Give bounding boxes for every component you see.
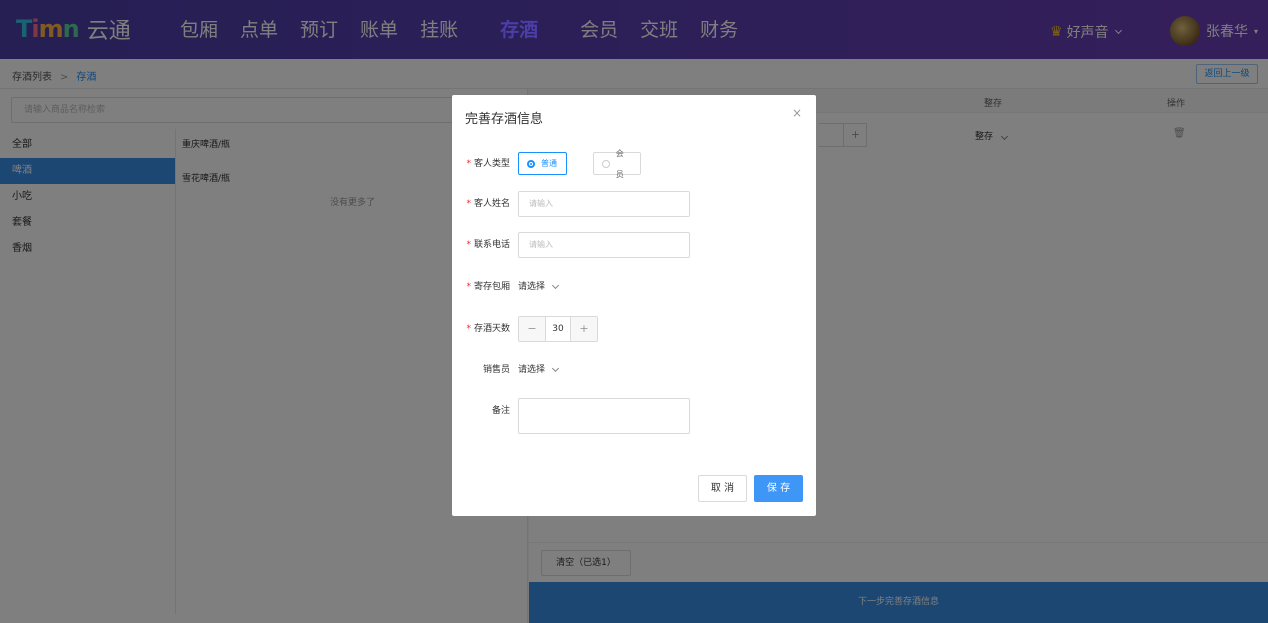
chevron-down-icon (551, 364, 560, 373)
salesperson-select[interactable]: 请选择 (518, 357, 560, 383)
radio-dot-icon (602, 159, 610, 168)
customer-type-row: * 客人类型 普通 会员 (452, 149, 816, 179)
customer-name-row: * 客人姓名 请输入 (452, 191, 816, 217)
radio-regular[interactable]: 普通 (518, 152, 567, 175)
minus-button[interactable]: − (519, 317, 545, 341)
wine-storage-dialog: 完善存酒信息 × * 客人类型 普通 会员 * 客人姓名 请输入 * 联系电话 请输入… (452, 95, 816, 516)
plus-button[interactable]: + (571, 317, 597, 341)
customer-type-label: * 客人类型 (466, 159, 510, 169)
cancel-button[interactable]: 取 消 (698, 475, 747, 502)
room-select[interactable]: 请选择 (518, 274, 560, 300)
room-row: * 寄存包厢 请选择 (452, 274, 816, 300)
days-stepper: − 30 + (518, 316, 598, 342)
dialog-title: 完善存酒信息 (465, 112, 544, 127)
phone-row: * 联系电话 请输入 (452, 232, 816, 258)
salesperson-label: 销售员 (482, 365, 510, 375)
save-button[interactable]: 保 存 (754, 475, 803, 502)
days-row: * 存酒天数 − 30 + (452, 316, 816, 342)
phone-input[interactable]: 请输入 (518, 232, 690, 258)
remark-row: 备注 (452, 398, 816, 434)
chevron-down-icon (551, 281, 560, 290)
phone-label: * 联系电话 (466, 240, 510, 250)
remark-textarea[interactable] (518, 398, 690, 434)
radio-dot-icon (527, 159, 535, 168)
customer-name-label: * 客人姓名 (466, 199, 510, 209)
radio-member[interactable]: 会员 (593, 149, 641, 179)
room-label: * 寄存包厢 (466, 282, 510, 292)
days-label: * 存酒天数 (466, 324, 510, 334)
salesperson-row: 销售员 请选择 (452, 357, 816, 383)
close-icon[interactable]: × (792, 106, 802, 120)
remark-label: 备注 (491, 406, 510, 416)
days-value[interactable]: 30 (545, 317, 571, 341)
customer-name-input[interactable]: 请输入 (518, 191, 690, 217)
